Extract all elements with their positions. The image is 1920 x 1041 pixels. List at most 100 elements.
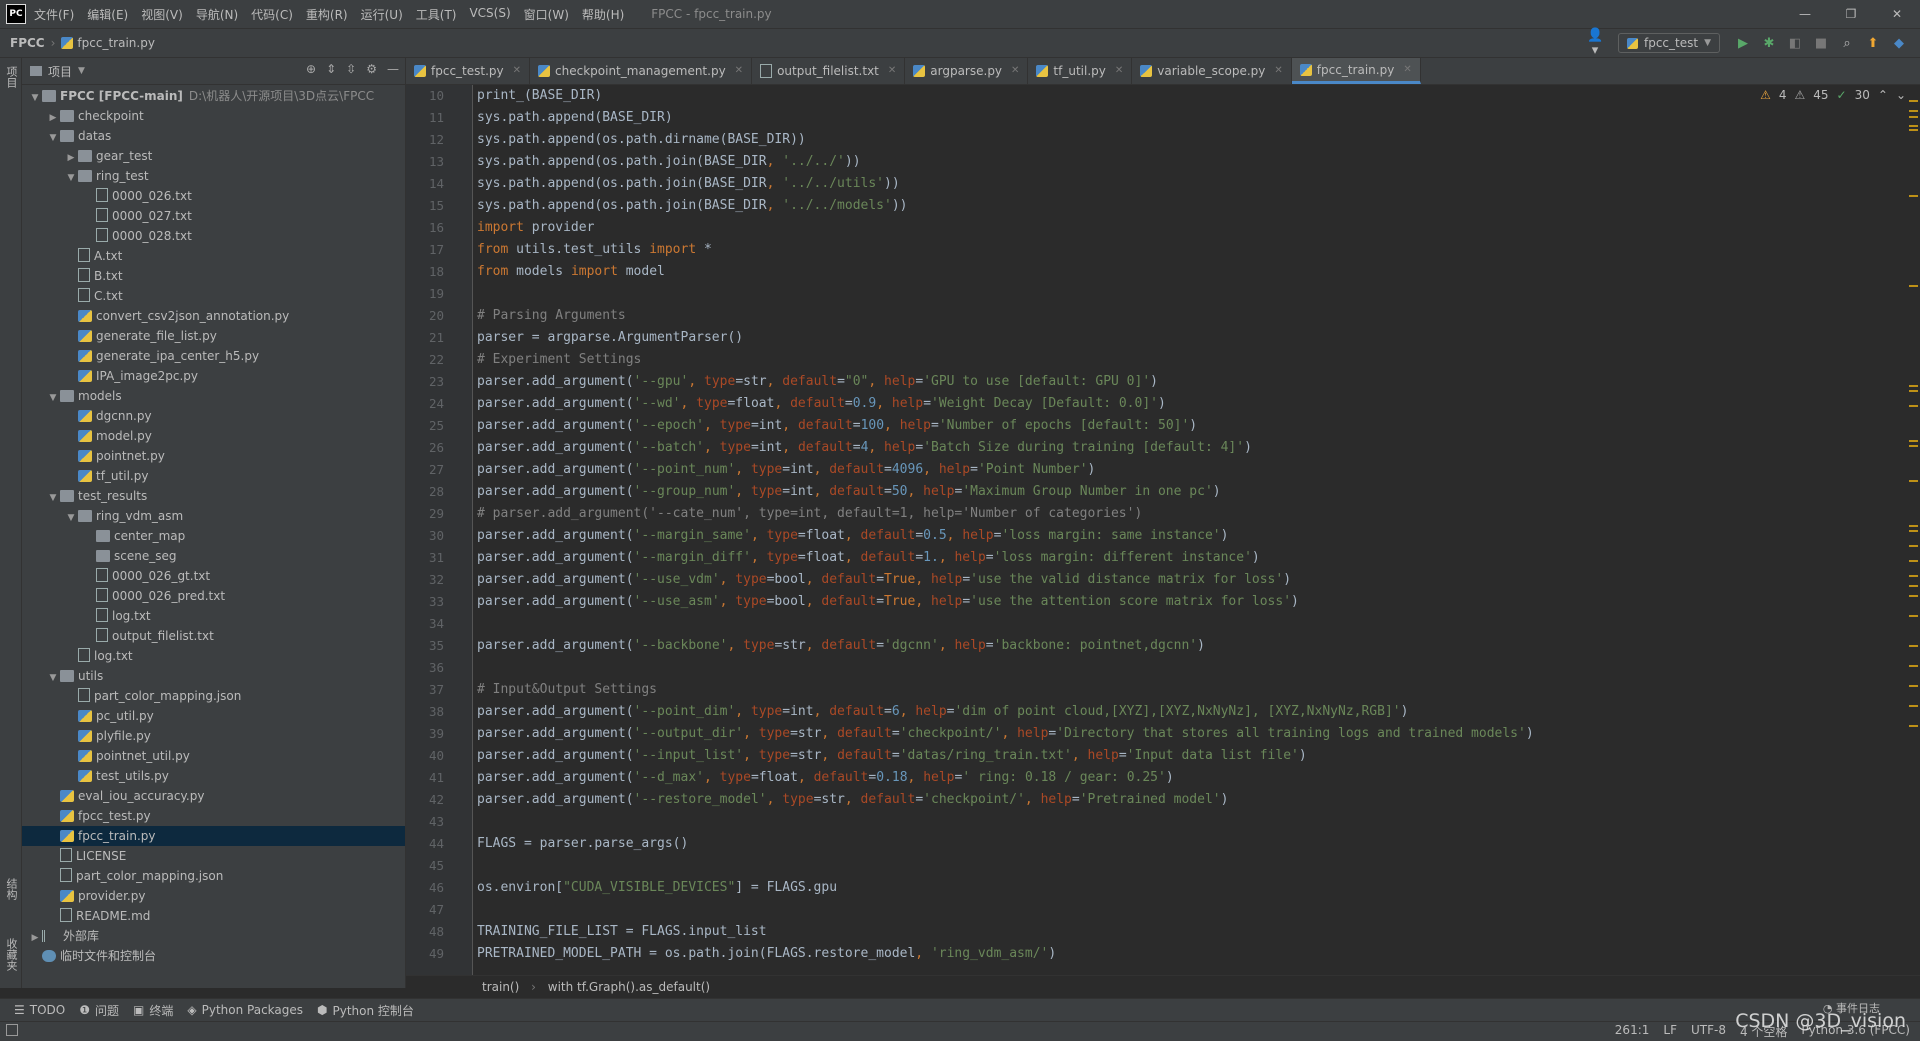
code-line[interactable]: import provider — [473, 217, 1903, 239]
plugin-icon[interactable]: ◆ — [1891, 36, 1907, 51]
editor-tab[interactable]: fpcc_test.py ✕ — [406, 58, 531, 84]
tool-window-button[interactable]: ◈ Python Packages — [187, 1003, 303, 1017]
line-separator[interactable]: LF — [1663, 1023, 1677, 1040]
tree-folder[interactable]: ▶ gear_test — [22, 146, 405, 166]
tree-file[interactable]: 0000_026.txt — [22, 186, 405, 206]
code-editor[interactable]: print_(BASE_DIR) sys.path.append(BASE_DIR… — [473, 85, 1903, 975]
tree-file[interactable]: 临时文件和控制台 — [22, 946, 405, 966]
tree-file[interactable]: dgcnn.py — [22, 406, 405, 426]
code-line[interactable] — [473, 283, 1903, 305]
update-icon[interactable]: ⬆ — [1865, 36, 1881, 51]
code-line[interactable]: # Experiment Settings — [473, 349, 1903, 371]
tree-file[interactable]: 0000_026_gt.txt — [22, 566, 405, 586]
nav-project[interactable]: FPCC — [10, 36, 45, 50]
scroll-marker[interactable] — [1909, 440, 1918, 442]
tool-window-button[interactable]: ☰ TODO — [14, 1003, 65, 1017]
code-line[interactable]: parser.add_argument('--epoch', type=int,… — [473, 415, 1903, 437]
code-line[interactable]: parser = argparse.ArgumentParser() — [473, 327, 1903, 349]
menu-item[interactable]: VCS(S) — [469, 6, 510, 23]
chevron-up-icon[interactable]: ⌃ — [1878, 88, 1888, 102]
file-encoding[interactable]: UTF-8 — [1691, 1023, 1726, 1040]
tree-file[interactable]: 0000_028.txt — [22, 226, 405, 246]
tree-folder[interactable]: center_map — [22, 526, 405, 546]
tree-file[interactable]: fpcc_test.py — [22, 806, 405, 826]
code-line[interactable]: # Input&Output Settings — [473, 679, 1903, 701]
menu-item[interactable]: 导航(N) — [196, 6, 238, 23]
code-line[interactable] — [473, 657, 1903, 679]
code-line[interactable]: parser.add_argument('--use_vdm', type=bo… — [473, 569, 1903, 591]
scroll-marker[interactable] — [1909, 385, 1918, 387]
code-line[interactable] — [473, 811, 1903, 833]
menu-item[interactable]: 运行(U) — [361, 6, 403, 23]
tree-folder[interactable]: ▼ utils — [22, 666, 405, 686]
menu-item[interactable]: 代码(C) — [251, 6, 293, 23]
code-line[interactable]: parser.add_argument('--point_dim', type=… — [473, 701, 1903, 723]
tree-file[interactable]: README.md — [22, 906, 405, 926]
tree-file[interactable]: pointnet.py — [22, 446, 405, 466]
editor-tab[interactable]: variable_scope.py ✕ — [1132, 58, 1292, 84]
scroll-marker[interactable] — [1909, 665, 1918, 667]
code-line[interactable]: # parser.add_argument('--cate_num', type… — [473, 503, 1903, 525]
project-panel-title[interactable]: 项目 — [48, 63, 72, 80]
tree-file[interactable]: 0000_027.txt — [22, 206, 405, 226]
tree-folder[interactable]: ▼ test_results — [22, 486, 405, 506]
tree-folder[interactable]: ▼ ring_test — [22, 166, 405, 186]
scroll-marker[interactable] — [1909, 705, 1918, 707]
tree-file[interactable]: model.py — [22, 426, 405, 446]
scroll-marker[interactable] — [1909, 525, 1918, 527]
tree-file[interactable]: pc_util.py — [22, 706, 405, 726]
scroll-marker[interactable] — [1909, 725, 1918, 727]
tree-file[interactable]: LICENSE — [22, 846, 405, 866]
tree-file[interactable]: test_utils.py — [22, 766, 405, 786]
tree-file[interactable]: B.txt — [22, 266, 405, 286]
tree-folder[interactable]: scene_seg — [22, 546, 405, 566]
menu-item[interactable]: 窗口(W) — [524, 6, 569, 23]
user-icon[interactable]: 👤▾ — [1587, 28, 1603, 58]
scroll-marker[interactable] — [1909, 116, 1918, 118]
editor-tab[interactable]: tf_util.py ✕ — [1028, 58, 1133, 84]
tree-file[interactable]: tf_util.py — [22, 466, 405, 486]
code-line[interactable]: parser.add_argument('--point_num', type=… — [473, 459, 1903, 481]
chevron-down-icon[interactable]: ▼ — [64, 508, 78, 528]
run-configuration-select[interactable]: fpcc_test ▼ — [1617, 33, 1720, 53]
tree-file[interactable]: part_color_mapping.json — [22, 866, 405, 886]
chevron-down-icon[interactable]: ▼ — [28, 88, 42, 108]
collapse-all-icon[interactable]: ⇳ — [346, 62, 356, 76]
editor-tab[interactable]: argparse.py ✕ — [905, 58, 1029, 84]
scroll-marker[interactable] — [1909, 530, 1918, 532]
code-line[interactable]: sys.path.append(os.path.join(BASE_DIR, '… — [473, 173, 1903, 195]
tool-window-button[interactable]: ❶ 问题 — [79, 1002, 119, 1019]
code-line[interactable]: PRETRAINED_MODEL_PATH = os.path.join(FLA… — [473, 943, 1903, 965]
close-tab-icon[interactable]: ✕ — [1274, 58, 1282, 84]
tree-file[interactable]: log.txt — [22, 606, 405, 626]
close-tab-icon[interactable]: ✕ — [1403, 57, 1411, 83]
code-line[interactable] — [473, 613, 1903, 635]
code-line[interactable]: parser.add_argument('--margin_same', typ… — [473, 525, 1903, 547]
code-line[interactable]: parser.add_argument('--use_asm', type=bo… — [473, 591, 1903, 613]
scroll-marker[interactable] — [1909, 405, 1918, 407]
close-tab-icon[interactable]: ✕ — [735, 58, 743, 84]
chevron-down-icon[interactable]: ▼ — [46, 668, 60, 688]
scroll-marker[interactable] — [1909, 390, 1918, 392]
scroll-marker[interactable] — [1909, 100, 1918, 102]
chevron-down-icon[interactable]: ▼ — [46, 488, 60, 508]
chevron-right-icon[interactable]: ▶ — [28, 928, 42, 948]
code-line[interactable]: from models import model — [473, 261, 1903, 283]
layout-icon[interactable] — [6, 1024, 18, 1036]
code-line[interactable]: print_(BASE_DIR) — [473, 85, 1903, 107]
code-line[interactable]: sys.path.append(os.path.dirname(BASE_DIR… — [473, 129, 1903, 151]
tree-file[interactable]: output_filelist.txt — [22, 626, 405, 646]
tool-window-button[interactable]: ▣ 终端 — [133, 1002, 173, 1019]
close-tab-icon[interactable]: ✕ — [513, 58, 521, 84]
gear-icon[interactable]: ⚙ — [366, 62, 377, 76]
tree-file[interactable]: part_color_mapping.json — [22, 686, 405, 706]
scroll-marker[interactable] — [1909, 560, 1918, 562]
breadcrumb-function[interactable]: train() — [482, 980, 519, 994]
inspection-widget[interactable]: ⚠ 4 ⚠ 45 ✓ 30 ⌃ ⌄ — [1760, 88, 1906, 102]
tree-folder[interactable]: ▼ datas — [22, 126, 405, 146]
minimize-button[interactable]: — — [1782, 0, 1828, 28]
scroll-marker[interactable] — [1909, 480, 1918, 482]
code-line[interactable]: parser.add_argument('--output_dir', type… — [473, 723, 1903, 745]
expand-all-icon[interactable]: ⇕ — [326, 62, 336, 76]
scroll-marker[interactable] — [1909, 285, 1918, 287]
